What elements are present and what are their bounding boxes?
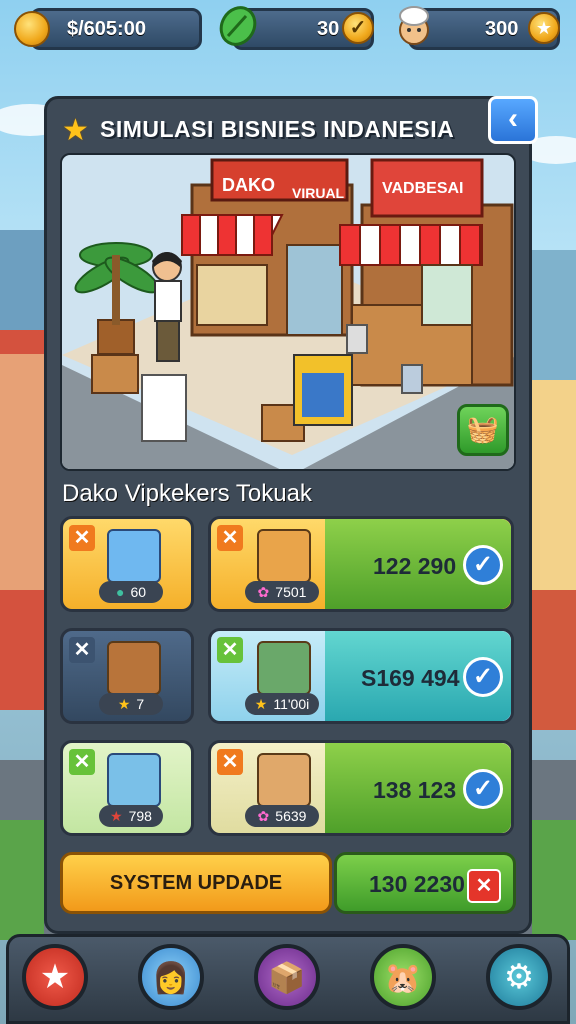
item-price-6: ✿ 5639 — [245, 805, 319, 827]
pet-hamster-icon: 🐹 — [384, 962, 422, 995]
back-button[interactable]: ‹ — [488, 96, 538, 144]
item-price-2: ✿ 7501 — [245, 581, 319, 603]
item-card-6[interactable]: ✕ ✿ 5639 138 123 ✓ — [208, 740, 514, 836]
system-update-button[interactable]: SYSTEM UPDADE — [60, 852, 332, 914]
coins-value: 300 — [485, 18, 519, 40]
coins-star-coin-icon: ★ — [528, 12, 560, 44]
leaf-gem-icon — [216, 4, 260, 48]
confirm-check-icon[interactable]: ✓ — [463, 769, 503, 809]
product-box-icon — [107, 529, 161, 583]
confirm-check-icon[interactable]: ✓ — [463, 657, 503, 697]
nav-favorites-button[interactable]: ★ — [22, 944, 88, 1010]
star-icon: ★ — [117, 696, 131, 712]
star-icon: ★ — [39, 958, 71, 996]
close-icon[interactable]: ✕ — [217, 525, 243, 551]
gear-icon: ⚙ — [503, 958, 535, 996]
item-card-4[interactable]: ✕ ★ 11'00i S169 494 ✓ — [208, 628, 514, 724]
item-amount-2: 122 290 — [373, 553, 457, 579]
item-card-2[interactable]: ✕ ✿ 7501 122 290 ✓ — [208, 516, 514, 612]
product-box-icon — [257, 529, 311, 583]
cancel-icon[interactable]: ✕ — [467, 869, 501, 903]
chef-avatar-icon — [392, 4, 436, 48]
nav-profile-button[interactable]: 👩 — [138, 944, 204, 1010]
item-card-3[interactable]: ✕ ★ 7 — [60, 628, 194, 724]
item-amount-6: 138 123 — [373, 777, 457, 803]
gems-check-coin-icon: ✓ — [342, 12, 374, 44]
sign-virual: VIRUAL — [292, 185, 345, 201]
money-bar: $/605:00 — [30, 8, 202, 50]
item-price-1: ● 60 — [99, 581, 163, 603]
nav-pet-button[interactable]: 🐹 — [370, 944, 436, 1010]
store-scene: DAKO VIRUAL VADBESAI — [60, 153, 516, 471]
money-coin-icon — [14, 11, 50, 47]
store-basket-button[interactable]: 🧺 — [457, 404, 509, 456]
delivery-box-icon: 📦 — [268, 962, 306, 995]
confirm-check-icon[interactable]: ✓ — [463, 545, 503, 585]
item-price-3: ★ 7 — [99, 693, 163, 715]
gems-value: 30 — [317, 18, 340, 40]
star-icon: ★ — [110, 808, 123, 824]
basket-icon: 🧺 — [466, 414, 500, 444]
flower-icon: ✿ — [257, 808, 270, 824]
sign-vadbesai: VADBESAI — [382, 180, 464, 197]
gem-icon: ● — [115, 584, 125, 600]
star-icon: ★ — [254, 696, 268, 712]
nav-settings-button[interactable]: ⚙ — [486, 944, 552, 1010]
product-box-icon — [257, 753, 311, 807]
item-price-5: ★ 798 — [99, 805, 163, 827]
money-value: $/605:00 — [67, 18, 146, 40]
close-icon[interactable]: ✕ — [217, 749, 243, 775]
close-icon[interactable]: ✕ — [69, 525, 95, 551]
item-card-1[interactable]: ✕ ● 60 — [60, 516, 194, 612]
update-value-box: 130 2230 ✕ — [334, 852, 516, 914]
product-box-icon — [107, 641, 161, 695]
panel-title: SIMULASI BISNIES INDANESIA — [100, 116, 455, 142]
profile-avatar-icon: 👩 — [152, 962, 190, 995]
flower-icon: ✿ — [257, 584, 270, 600]
close-icon[interactable]: ✕ — [69, 749, 95, 775]
section-title: Dako Vipkekers Tokuak — [62, 480, 312, 507]
sign-dako: DAKO — [222, 175, 275, 195]
item-amount-4: S169 494 — [361, 665, 460, 691]
nav-delivery-button[interactable]: 📦 — [254, 944, 320, 1010]
item-price-4: ★ 11'00i — [245, 693, 319, 715]
product-box-icon — [257, 641, 311, 695]
title-star-icon: ★ — [62, 114, 89, 147]
product-box-icon — [107, 753, 161, 807]
item-card-5[interactable]: ✕ ★ 798 — [60, 740, 194, 836]
close-icon[interactable]: ✕ — [217, 637, 243, 663]
close-icon[interactable]: ✕ — [69, 637, 95, 663]
update-amount: 130 2230 — [369, 871, 465, 897]
